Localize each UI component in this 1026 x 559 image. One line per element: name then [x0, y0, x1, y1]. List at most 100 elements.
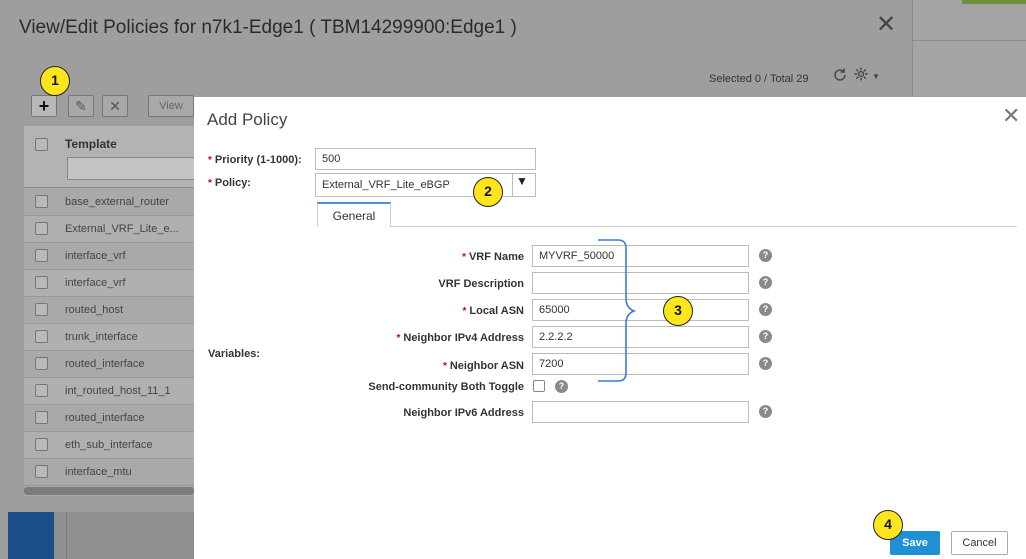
- required-marker: *: [208, 155, 212, 166]
- select-all-checkbox[interactable]: [35, 138, 48, 151]
- row-checkbox[interactable]: [35, 357, 48, 370]
- row-template-name: routed_interface: [65, 358, 145, 370]
- row-template-name: routed_host: [65, 304, 124, 316]
- template-filter-input[interactable]: [67, 157, 194, 180]
- row-checkbox[interactable]: [35, 222, 48, 235]
- callout-3: 3: [663, 296, 693, 326]
- variables-label: Variables:: [208, 348, 260, 360]
- table-row[interactable]: interface_mtu: [24, 459, 194, 486]
- page-title: View/Edit Policies for n7k1-Edge1 ( TBM1…: [19, 17, 517, 38]
- help-icon[interactable]: ?: [759, 249, 772, 262]
- table-row[interactable]: routed_host: [24, 297, 194, 324]
- row-template-name: routed_interface: [65, 412, 145, 424]
- table-header: Template: [24, 126, 194, 188]
- row-checkbox[interactable]: [35, 249, 48, 262]
- nav-rail-block: [8, 512, 54, 559]
- help-icon[interactable]: ?: [759, 330, 772, 343]
- help-icon[interactable]: ?: [759, 405, 772, 418]
- help-icon[interactable]: ?: [759, 276, 772, 289]
- dropdown-arrow-icon[interactable]: ▼: [516, 174, 528, 188]
- vrf-description-input[interactable]: [532, 272, 749, 294]
- neighbor-ipv6-input[interactable]: [532, 401, 749, 423]
- policy-label: * Policy:: [208, 177, 251, 189]
- vrf-name-input[interactable]: MYVRF_50000: [532, 245, 749, 267]
- neighbor-asn-label: * Neighbor ASN: [204, 360, 524, 372]
- neighbor-asn-input[interactable]: 7200: [532, 353, 749, 375]
- help-icon[interactable]: ?: [555, 380, 568, 393]
- row-checkbox[interactable]: [35, 330, 48, 343]
- required-marker: *: [442, 361, 447, 372]
- vrf-description-label: VRF Description: [438, 278, 524, 290]
- column-header-template: Template: [65, 137, 117, 151]
- local-asn-label: * Local ASN: [204, 305, 524, 317]
- required-marker: *: [462, 306, 467, 317]
- close-icon[interactable]: ✕: [1002, 103, 1020, 129]
- help-icon[interactable]: ?: [759, 303, 772, 316]
- selection-count: Selected 0 / Total 29: [709, 73, 809, 85]
- refresh-icon[interactable]: [832, 67, 848, 88]
- dialog-title: Add Policy: [207, 110, 288, 129]
- priority-label-text: Priority (1-1000):: [214, 154, 302, 166]
- cancel-button[interactable]: Cancel: [951, 531, 1008, 555]
- required-marker: *: [396, 333, 401, 344]
- table-row[interactable]: trunk_interface: [24, 324, 194, 351]
- row-checkbox[interactable]: [35, 195, 48, 208]
- send-community-checkbox[interactable]: [533, 380, 545, 392]
- tab-general[interactable]: General: [317, 202, 391, 227]
- policy-label-text: Policy:: [214, 177, 251, 189]
- local-asn-input[interactable]: 65000: [532, 299, 749, 321]
- neighbor-ipv4-label: * Neighbor IPv4 Address: [204, 332, 524, 344]
- table-row[interactable]: External_VRF_Lite_e...: [24, 216, 194, 243]
- table-row[interactable]: eth_sub_interface: [24, 432, 194, 459]
- row-template-name: interface_mtu: [65, 466, 132, 478]
- row-checkbox[interactable]: [35, 438, 48, 451]
- edit-policy-button[interactable]: ✎: [68, 95, 94, 117]
- row-template-name: interface_vrf: [65, 250, 126, 262]
- row-template-name: int_routed_host_11_1: [65, 385, 171, 397]
- divider: [512, 173, 513, 197]
- accent-strip: [962, 0, 1026, 4]
- neighbor-ipv4-input[interactable]: 2.2.2.2: [532, 326, 749, 348]
- row-template-name: base_external_router: [65, 196, 169, 208]
- help-icon[interactable]: ?: [759, 357, 772, 370]
- priority-label: * Priority (1-1000):: [208, 154, 302, 166]
- tab-divider: [391, 226, 1017, 227]
- table-row[interactable]: base_external_router: [24, 189, 194, 216]
- callout-2: 2: [473, 177, 503, 207]
- required-marker: *: [208, 178, 212, 189]
- table-row[interactable]: routed_interface: [24, 351, 194, 378]
- neighbor-ipv4-label-text: Neighbor IPv4 Address: [403, 332, 524, 344]
- row-checkbox[interactable]: [35, 303, 48, 316]
- policy-table: Template base_external_router External_V…: [24, 126, 194, 496]
- add-policy-button[interactable]: +: [31, 95, 57, 117]
- close-icon[interactable]: ✕: [876, 10, 896, 39]
- local-asn-label-text: Local ASN: [469, 305, 524, 317]
- row-checkbox[interactable]: [35, 384, 48, 397]
- table-row[interactable]: routed_interface: [24, 405, 194, 432]
- required-marker: *: [462, 252, 466, 263]
- chevron-down-icon[interactable]: ▼: [872, 72, 880, 81]
- horizontal-scrollbar[interactable]: [24, 487, 194, 495]
- delete-policy-button[interactable]: ✕: [102, 95, 128, 117]
- callout-4: 4: [873, 510, 903, 540]
- send-community-label: Send-community Both Toggle: [368, 381, 524, 393]
- table-row[interactable]: interface_vrf: [24, 243, 194, 270]
- row-template-name: interface_vrf: [65, 277, 126, 289]
- view-policy-button[interactable]: View: [148, 95, 194, 117]
- divider: [66, 512, 67, 559]
- gear-icon[interactable]: [853, 66, 869, 86]
- row-checkbox[interactable]: [35, 411, 48, 424]
- callout-1: 1: [40, 66, 70, 96]
- table-row[interactable]: int_routed_host_11_1: [24, 378, 194, 405]
- row-template-name: External_VRF_Lite_e...: [65, 223, 179, 235]
- table-row[interactable]: interface_vrf: [24, 270, 194, 297]
- neighbor-ipv6-label: Neighbor IPv6 Address: [403, 407, 524, 419]
- row-checkbox[interactable]: [35, 276, 48, 289]
- row-template-name: eth_sub_interface: [65, 439, 153, 451]
- neighbor-asn-label-text: Neighbor ASN: [449, 360, 524, 372]
- vrf-name-label: * VRF Name: [204, 251, 524, 263]
- row-template-name: trunk_interface: [65, 331, 138, 343]
- priority-input[interactable]: 500: [315, 148, 536, 170]
- row-checkbox[interactable]: [35, 465, 48, 478]
- vrf-name-label-text: VRF Name: [468, 251, 524, 263]
